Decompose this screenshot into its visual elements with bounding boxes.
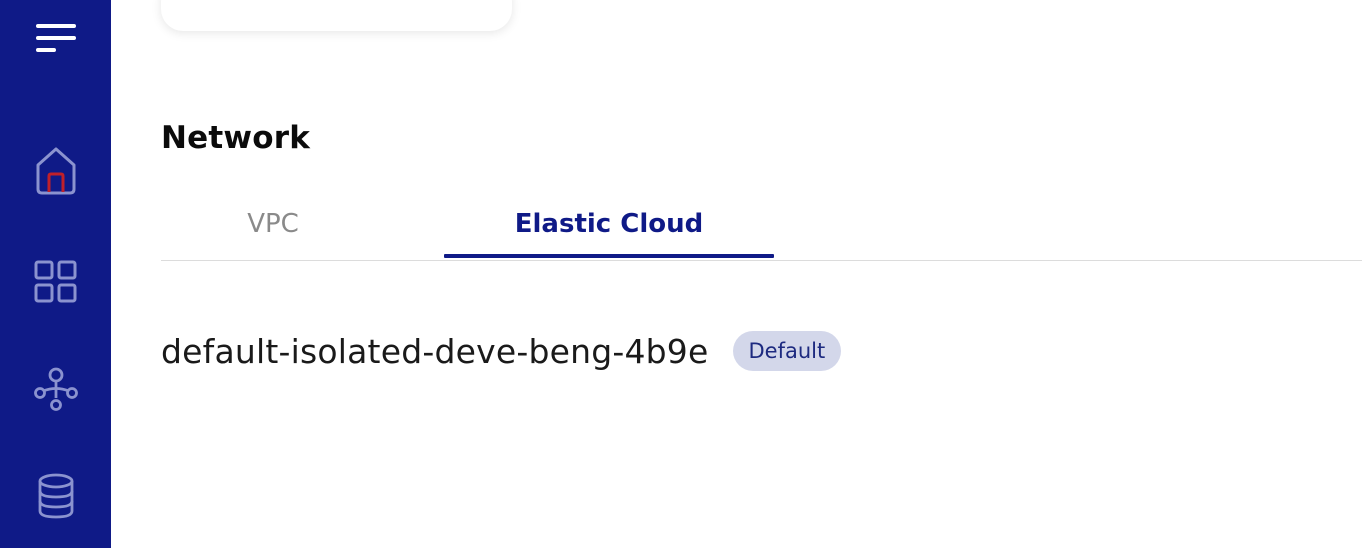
tab-vpc[interactable]: VPC — [161, 190, 385, 258]
home-icon[interactable] — [0, 144, 111, 198]
main-content: Network VPC Elastic Cloud default-isolat… — [111, 0, 1362, 548]
sidebar — [0, 0, 111, 548]
default-badge: Default — [732, 331, 842, 371]
section-title: Network — [161, 120, 311, 156]
active-tab-indicator — [444, 254, 774, 258]
network-tabs: VPC Elastic Cloud — [161, 190, 1362, 261]
grid-icon[interactable] — [0, 256, 111, 308]
network-list-item[interactable]: default-isolated-deve-beng-4b9e Default — [161, 328, 842, 374]
summary-card — [161, 0, 512, 31]
network-icon[interactable] — [0, 364, 111, 416]
network-name: default-isolated-deve-beng-4b9e — [161, 331, 709, 371]
tab-elastic-cloud[interactable]: Elastic Cloud — [444, 190, 774, 258]
database-icon[interactable] — [0, 470, 111, 522]
menu-icon[interactable] — [0, 18, 111, 58]
